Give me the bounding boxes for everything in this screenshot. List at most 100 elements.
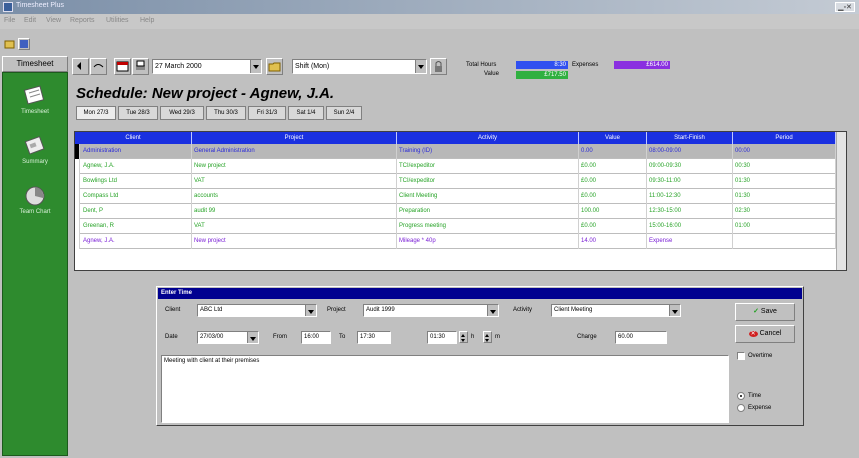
radio-dot [737, 404, 745, 412]
cell-project: VAT [192, 174, 397, 189]
window-controls[interactable]: ▁▫✕ [835, 2, 855, 12]
cell-value: £0.00 [579, 219, 647, 234]
column-header-period[interactable]: Period [733, 132, 836, 144]
table-row[interactable]: Agnew, J.A. New project TCI/expeditor £0.00… [75, 159, 846, 174]
minutes-spinner[interactable] [483, 331, 492, 343]
column-header-start-finish[interactable]: Start-Finish [647, 132, 733, 144]
row-selector[interactable] [75, 234, 80, 249]
sidebar-item-label: Summary [22, 159, 48, 165]
date-value: 27 March 2000 [155, 63, 202, 70]
vertical-scrollbar[interactable] [836, 132, 846, 270]
table-row[interactable]: Greenan, R VAT Progress meeting £0.00 15:00-… [75, 219, 846, 234]
chevron-down-icon[interactable] [247, 332, 258, 343]
overtime-checkbox[interactable]: Overtime [737, 351, 772, 361]
date-label: Date [165, 334, 178, 340]
menu-reports[interactable]: Reports [70, 17, 95, 24]
checkbox-box [737, 352, 745, 360]
sidebar: Timesheet Summary Team Chart [2, 72, 68, 456]
menu-help[interactable]: Help [140, 17, 154, 24]
cell-start-finish: 08:00-09:00 [647, 144, 733, 159]
prev-button[interactable] [72, 58, 89, 75]
minutes-label: m [495, 334, 500, 340]
project-value: Audit 1999 [366, 307, 395, 313]
to-field[interactable]: 17:30 [357, 331, 391, 344]
value-amount: £717.50 [516, 71, 568, 79]
menu-file[interactable]: File [4, 17, 15, 24]
row-selector[interactable] [75, 159, 80, 174]
period-hours-field[interactable]: 01:30 [427, 331, 457, 344]
chevron-down-icon[interactable] [669, 305, 680, 316]
open-icon[interactable] [4, 38, 16, 50]
column-header-value[interactable]: Value [579, 132, 647, 144]
row-selector[interactable] [75, 144, 80, 159]
time-radio[interactable]: Time [737, 391, 761, 401]
chevron-down-icon[interactable] [487, 305, 498, 316]
tab-day-3[interactable]: Wed 29/3 [160, 106, 204, 120]
sidebar-item-timesheet[interactable]: Timesheet [3, 85, 67, 115]
notes-textarea[interactable]: Meeting with client at their premises [161, 355, 729, 423]
row-selector[interactable] [75, 189, 80, 204]
hours-spinner[interactable] [459, 331, 468, 343]
column-header-activity[interactable]: Activity [397, 132, 579, 144]
save-button[interactable]: ✓ Save [735, 303, 795, 321]
table-row[interactable]: Compass Ltd accounts Client Meeting £0.00 11… [75, 189, 846, 204]
menu-view[interactable]: View [46, 17, 61, 24]
chevron-down-icon[interactable] [415, 60, 426, 73]
sidebar-item-team-chart[interactable]: Team Chart [3, 185, 67, 215]
folder-icon[interactable] [266, 58, 283, 75]
row-selector[interactable] [75, 174, 80, 189]
tab-day-2[interactable]: Tue 28/3 [118, 106, 158, 120]
enter-time-dialog: Enter Time Client ABC Ltd Project Audit … [156, 286, 804, 426]
lock-icon[interactable] [430, 58, 447, 75]
cell-client: Bowlings Ltd [81, 174, 192, 189]
cell-start-finish: 11:00-12:30 [647, 189, 733, 204]
period-select[interactable]: Shift (Mon) [292, 59, 427, 74]
next-button[interactable] [90, 58, 107, 75]
team-chart-icon [22, 185, 48, 207]
column-header-client[interactable]: Client [75, 132, 192, 144]
project-select[interactable]: Audit 1999 [363, 304, 499, 317]
timesheet-icon [22, 85, 48, 107]
value-label: Value [484, 71, 499, 77]
cell-project: audit 99 [192, 204, 397, 219]
date-select[interactable]: 27 March 2000 [152, 59, 262, 74]
table-row[interactable]: Agnew, J.A. New project Mileage * 40p 14.00… [75, 234, 846, 249]
totals-panel: Total Hours 8:30 Value £717.50 Expenses … [460, 60, 700, 82]
page-title: Schedule: New project - Agnew, J.A. [76, 85, 335, 102]
chevron-down-icon[interactable] [250, 60, 261, 73]
client-select[interactable]: ABC Ltd [197, 304, 317, 317]
hours-label: h [471, 334, 475, 340]
sidebar-item-summary[interactable]: Summary [3, 135, 67, 165]
column-header-project[interactable]: Project [192, 132, 397, 144]
menu-edit[interactable]: Edit [24, 17, 36, 24]
table-row[interactable]: Dent, Paudit 99 Preparation 100.00 12:30-15… [75, 204, 846, 219]
tab-day-4[interactable]: Thu 30/3 [206, 106, 246, 120]
cell-project: accounts [192, 189, 397, 204]
tab-day-1[interactable]: Mon 27/3 [76, 106, 116, 120]
cell-project: VAT [192, 219, 397, 234]
row-selector[interactable] [75, 204, 80, 219]
table-row[interactable]: Administration General Administration Trai… [75, 144, 846, 159]
to-label: To [339, 334, 346, 340]
client-value: ABC Ltd [200, 307, 223, 313]
title-bar: Timesheet Plus ▁▫✕ [0, 0, 859, 14]
overtime-label: Overtime [748, 353, 773, 359]
charge-field[interactable]: 60.00 [615, 331, 667, 344]
tab-day-7[interactable]: Sun 2/4 [326, 106, 362, 120]
from-field[interactable]: 16:00 [301, 331, 331, 344]
print-icon[interactable] [132, 58, 149, 75]
cancel-button[interactable]: ✕ Cancel [735, 325, 795, 343]
cell-period: 01:00 [733, 219, 836, 234]
expense-radio[interactable]: Expense [737, 403, 771, 413]
table-row[interactable]: Bowlings Ltd VAT TCI/expeditor £0.00 09:30-1… [75, 174, 846, 189]
view-icon[interactable] [18, 38, 30, 50]
chevron-down-icon[interactable] [305, 305, 316, 316]
sidebar-header[interactable]: Timesheet [2, 56, 68, 72]
date-field[interactable]: 27/03/00 [197, 331, 259, 344]
menu-utilities[interactable]: Utilities [106, 17, 129, 24]
calendar-icon[interactable] [114, 58, 131, 75]
tab-day-5[interactable]: Fri 31/3 [248, 106, 286, 120]
row-selector[interactable] [75, 219, 80, 234]
tab-day-6[interactable]: Sat 1/4 [288, 106, 324, 120]
activity-select[interactable]: Client Meeting [551, 304, 681, 317]
